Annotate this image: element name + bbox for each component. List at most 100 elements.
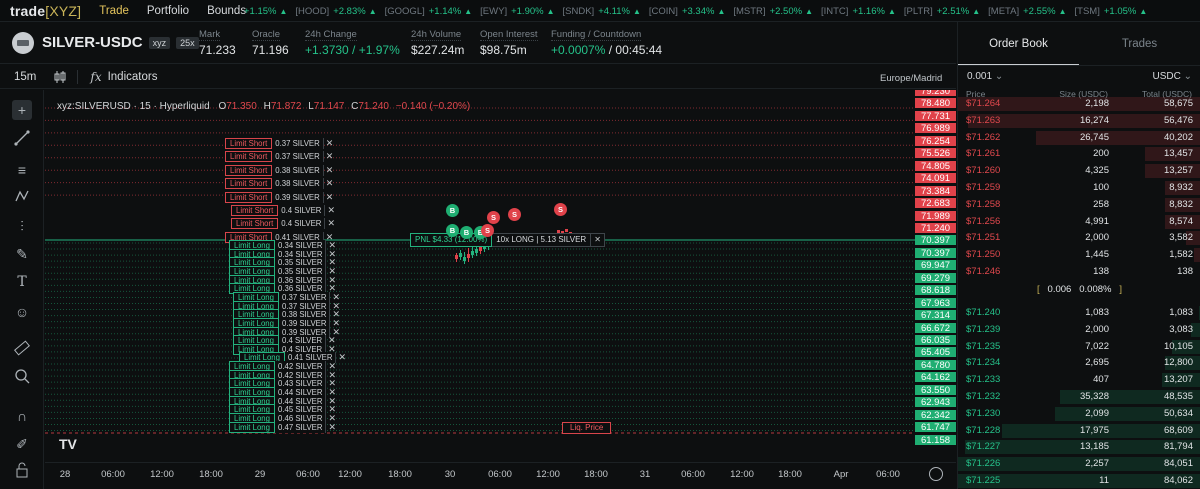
limit-short-order[interactable]: Limit Short 0.37 SILVER ✕ bbox=[225, 138, 335, 149]
ask-row[interactable]: $71.250 1,445 1,582 bbox=[958, 247, 1200, 263]
buy-marker[interactable]: B bbox=[460, 226, 473, 239]
crosshair-icon[interactable]: + bbox=[12, 100, 32, 120]
buy-marker[interactable]: B bbox=[446, 204, 459, 217]
fib-icon[interactable]: ⫶ bbox=[12, 216, 32, 236]
tick-size-select[interactable]: 0.001 ⌄ bbox=[967, 71, 1003, 82]
bid-row[interactable]: $71.225 11 84,062 bbox=[958, 473, 1200, 489]
zoom-icon[interactable] bbox=[12, 368, 32, 388]
sell-marker[interactable]: S bbox=[487, 211, 500, 224]
ticker-item[interactable]: [PLTR] +2.51% ▲ bbox=[904, 6, 980, 17]
sell-marker[interactable]: S bbox=[481, 224, 494, 237]
buy-marker[interactable]: B bbox=[446, 224, 459, 237]
cancel-order-icon[interactable]: ✕ bbox=[324, 192, 336, 203]
ticker-item[interactable]: [SNDK] +4.11% ▲ bbox=[563, 6, 641, 17]
indicators-button[interactable]: Indicators bbox=[108, 71, 158, 83]
bid-row[interactable]: $71.240 1,083 1,083 bbox=[958, 305, 1200, 321]
ask-row[interactable]: $71.259 100 8,932 bbox=[958, 180, 1200, 196]
ask-row[interactable]: $71.258 258 8,832 bbox=[958, 197, 1200, 213]
price-axis-label: 70.397 bbox=[915, 247, 956, 259]
limit-short-order[interactable]: Limit Short 0.39 SILVER ✕ bbox=[225, 191, 336, 203]
bid-row[interactable]: $71.226 2,257 84,051 bbox=[958, 456, 1200, 472]
trend-line-icon[interactable] bbox=[12, 130, 32, 150]
ask-row[interactable]: $71.251 2,000 3,582 bbox=[958, 230, 1200, 246]
cancel-order-icon[interactable]: ✕ bbox=[325, 205, 337, 216]
ask-row[interactable]: $71.261 200 13,457 bbox=[958, 146, 1200, 162]
cancel-order-icon[interactable]: ✕ bbox=[324, 165, 336, 176]
ticker-item[interactable]: [COIN] +3.34% ▲ bbox=[649, 6, 725, 17]
pattern-icon[interactable] bbox=[12, 188, 32, 208]
limit-short-order[interactable]: Limit Short 0.38 SILVER ✕ bbox=[225, 164, 336, 176]
lock-drawing-icon[interactable]: ✐ bbox=[12, 434, 32, 454]
cancel-order-icon[interactable]: ✕ bbox=[324, 151, 336, 162]
bid-row[interactable]: $71.228 17,975 68,609 bbox=[958, 423, 1200, 439]
ask-total: 8,932 bbox=[1169, 182, 1193, 193]
position-line[interactable]: PNL $4.33 (12.00%) 10x LONG | 5.13 SILVE… bbox=[410, 233, 605, 247]
nav-portfolio[interactable]: Portfolio bbox=[147, 5, 189, 17]
limit-short-order[interactable]: Limit Short 0.38 SILVER ✕ bbox=[225, 178, 336, 190]
ticker-item[interactable]: [GOOGL] +1.14% ▲ bbox=[385, 6, 473, 17]
cancel-order-icon[interactable]: ✕ bbox=[324, 178, 336, 189]
brush-icon[interactable]: ✎ bbox=[12, 244, 32, 264]
ask-row[interactable]: $71.262 26,745 40,202 bbox=[958, 130, 1200, 146]
magnet-icon[interactable]: ∩ bbox=[12, 406, 32, 426]
time-axis-label: 12:00 bbox=[338, 469, 362, 480]
logo[interactable]: trade[XYZ] bbox=[10, 3, 81, 19]
ticker-item[interactable]: [EWY] +1.90% ▲ bbox=[480, 6, 554, 17]
sell-marker[interactable]: S bbox=[508, 208, 521, 221]
market-selector[interactable]: SILVER-USDC bbox=[42, 34, 143, 51]
ask-row[interactable]: $71.260 4,325 13,257 bbox=[958, 163, 1200, 179]
sell-marker[interactable]: S bbox=[554, 203, 567, 216]
limit-short-order[interactable]: Limit Short 0.37 SILVER ✕ bbox=[225, 151, 336, 163]
tradingview-logo[interactable]: TV bbox=[59, 436, 77, 452]
tab-order-book[interactable]: Order Book bbox=[958, 22, 1079, 65]
tab-trades[interactable]: Trades bbox=[1079, 22, 1200, 65]
ruler-icon[interactable] bbox=[12, 340, 32, 360]
limit-short-order[interactable]: Limit Short 0.4 SILVER ✕ bbox=[231, 218, 337, 230]
cancel-order-icon[interactable]: ✕ bbox=[324, 138, 336, 149]
nav-trade[interactable]: Trade bbox=[99, 5, 129, 17]
ask-total: 138 bbox=[1177, 266, 1193, 277]
close-position-icon[interactable]: ✕ bbox=[591, 233, 605, 247]
cancel-order-icon[interactable]: ✕ bbox=[336, 352, 348, 363]
nav-bounds[interactable]: Bounds bbox=[207, 5, 246, 17]
function-icon[interactable]: fx bbox=[90, 70, 101, 84]
ask-price: $71.264 bbox=[966, 98, 1001, 109]
order-qty: 0.4 SILVER bbox=[278, 205, 325, 216]
ticker-item[interactable]: [META] +2.55% ▲ bbox=[988, 6, 1066, 17]
ask-row[interactable]: $71.263 16,274 56,476 bbox=[958, 113, 1200, 129]
bid-row[interactable]: $71.235 7,022 10,105 bbox=[958, 339, 1200, 355]
up-arrow-icon: ▲ bbox=[887, 6, 896, 16]
ask-row[interactable]: $71.246 138 138 bbox=[958, 264, 1200, 280]
ticker-item[interactable]: +1.15% ▲ bbox=[244, 6, 287, 17]
price-chart[interactable]: xyz:SILVERUSD · 15 · Hyperliquid O71.350… bbox=[45, 90, 915, 462]
emoji-icon[interactable]: ☺ bbox=[12, 302, 32, 322]
ticker-item[interactable]: [TSM] +1.05% ▲ bbox=[1075, 6, 1148, 17]
price-axis[interactable]: 79.230 78.480 77.731 76.989 76.254 75.526 74.8… bbox=[915, 90, 956, 462]
ask-row[interactable]: $71.256 4,991 8,574 bbox=[958, 214, 1200, 230]
settings-icon[interactable] bbox=[929, 467, 943, 481]
horizontal-lines-icon[interactable]: ≡ bbox=[12, 160, 32, 180]
ask-row[interactable]: $71.264 2,198 58,675 bbox=[958, 96, 1200, 112]
cancel-order-icon[interactable]: ✕ bbox=[326, 422, 338, 433]
timezone-label[interactable]: Europe/Madrid bbox=[880, 73, 942, 84]
bid-row[interactable]: $71.227 13,185 81,794 bbox=[958, 439, 1200, 455]
timeframe-button[interactable]: 15m bbox=[14, 71, 36, 83]
ticker-item[interactable]: [INTC] +1.16% ▲ bbox=[821, 6, 896, 17]
limit-short-order[interactable]: Limit Short 0.4 SILVER ✕ bbox=[231, 205, 337, 216]
ticker-item[interactable]: [HOOD] +2.83% ▲ bbox=[295, 6, 376, 17]
limit-long-order[interactable]: Limit Long 0.47 SILVER ✕ bbox=[229, 421, 338, 433]
bid-row[interactable]: $71.232 35,328 48,535 bbox=[958, 389, 1200, 405]
chart-canvas[interactable] bbox=[45, 90, 915, 462]
price-axis-label: 68.618 bbox=[915, 285, 956, 297]
bid-row[interactable]: $71.234 2,695 12,800 bbox=[958, 355, 1200, 371]
time-axis[interactable]: 28 06:00 12:00 18:00 29 06:00 12:00 18:00 30 06:0… bbox=[45, 462, 956, 489]
ticker-item[interactable]: [MSTR] +2.50% ▲ bbox=[733, 6, 813, 17]
candles-icon[interactable] bbox=[54, 70, 66, 84]
bid-row[interactable]: $71.239 2,000 3,083 bbox=[958, 322, 1200, 338]
lock-icon[interactable] bbox=[12, 462, 32, 482]
bid-row[interactable]: $71.230 2,099 50,634 bbox=[958, 406, 1200, 422]
text-icon[interactable]: T bbox=[12, 272, 32, 292]
cancel-order-icon[interactable]: ✕ bbox=[325, 218, 337, 229]
bid-row[interactable]: $71.233 407 13,207 bbox=[958, 372, 1200, 388]
currency-select[interactable]: USDC ⌄ bbox=[1152, 71, 1192, 82]
